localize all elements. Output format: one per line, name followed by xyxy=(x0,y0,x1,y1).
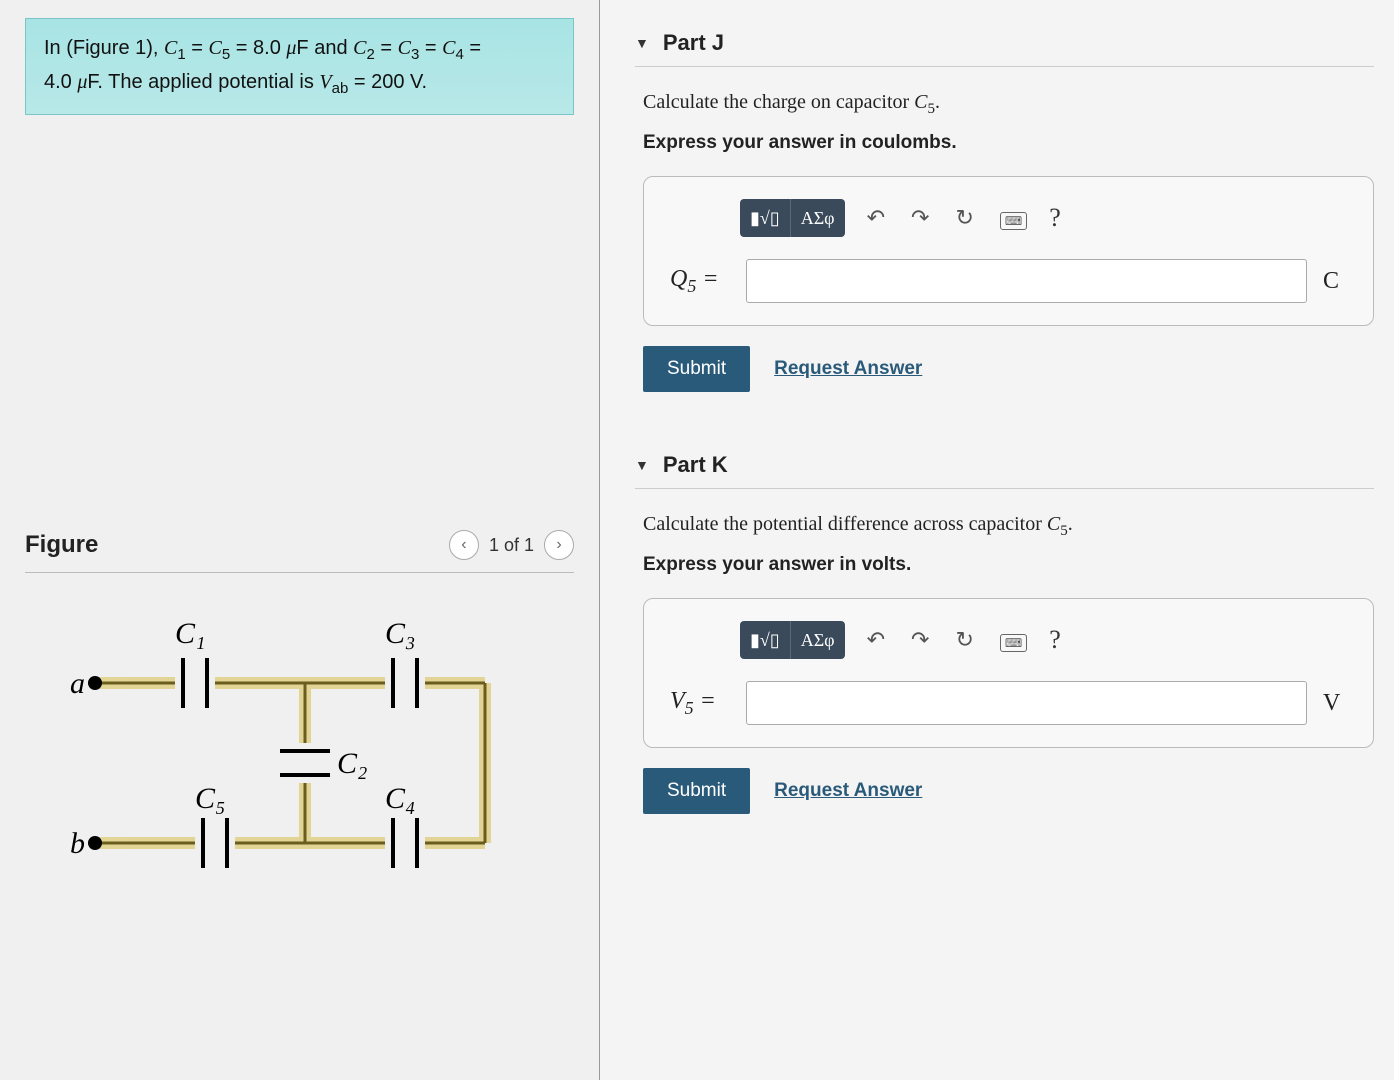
undo-icon[interactable]: ↶ xyxy=(863,623,889,657)
terminal-b-label: b xyxy=(70,827,85,860)
greek-button[interactable]: ΑΣφ xyxy=(791,621,845,659)
part-j-actions: Submit Request Answer xyxy=(643,346,1374,392)
part-j-block: ▼ Part J Calculate the charge on capacit… xyxy=(635,20,1374,392)
figure-nav: ‹ 1 of 1 › xyxy=(449,530,574,560)
terminal-a-label: a xyxy=(70,667,85,700)
part-k-input-row: V5 = V xyxy=(670,681,1347,725)
part-k-var-label: V5 = xyxy=(670,688,730,719)
part-k-toolbar: ▮√▯ ΑΣφ ↶ ↷ ↻ ⌨ ? xyxy=(740,621,1347,659)
chevron-down-icon: ▼ xyxy=(635,457,649,473)
reset-icon[interactable]: ↻ xyxy=(951,623,977,657)
part-k-request-answer-link[interactable]: Request Answer xyxy=(774,780,922,802)
help-icon[interactable]: ? xyxy=(1049,203,1061,233)
reset-icon[interactable]: ↻ xyxy=(951,201,977,235)
undo-icon[interactable]: ↶ xyxy=(863,201,889,235)
figure-title: Figure xyxy=(25,531,98,559)
part-k-actions: Submit Request Answer xyxy=(643,768,1374,814)
part-k-submit-button[interactable]: Submit xyxy=(643,768,750,814)
cap-c3-label: C₃ xyxy=(385,617,415,650)
circuit-diagram: a b C₁ C₃ C₂ C₅ C₄ xyxy=(25,613,574,898)
part-j-submit-button[interactable]: Submit xyxy=(643,346,750,392)
part-j-header[interactable]: ▼ Part J xyxy=(635,20,1374,67)
part-j-body: Calculate the charge on capacitor C5. Ex… xyxy=(635,91,1374,392)
part-j-toolbar: ▮√▯ ΑΣφ ↶ ↷ ↻ ⌨ ? xyxy=(740,199,1347,237)
part-k-unit: V xyxy=(1323,690,1347,717)
cap-c5-label: C₅ xyxy=(195,782,225,815)
figure-next-button[interactable]: › xyxy=(544,530,574,560)
part-j-answer-box: ▮√▯ ΑΣφ ↶ ↷ ↻ ⌨ ? Q5 = C xyxy=(643,176,1374,326)
redo-icon[interactable]: ↷ xyxy=(907,623,933,657)
part-k-header[interactable]: ▼ Part K xyxy=(635,442,1374,489)
part-k-block: ▼ Part K Calculate the potential differe… xyxy=(635,442,1374,814)
problem-statement: In (Figure 1), C1 = C5 = 8.0 μF and C2 =… xyxy=(25,18,574,115)
part-j-input-row: Q5 = C xyxy=(670,259,1347,303)
part-k-instruct: Express your answer in volts. xyxy=(643,554,1374,576)
keyboard-icon[interactable]: ⌨ xyxy=(996,623,1031,657)
part-k-answer-input[interactable] xyxy=(746,681,1307,725)
problem-line2: 4.0 μF. The applied potential is Vab = 2… xyxy=(44,67,555,101)
part-j-request-answer-link[interactable]: Request Answer xyxy=(774,358,922,380)
part-j-instruct: Express your answer in coulombs. xyxy=(643,132,1374,154)
part-k-body: Calculate the potential difference acros… xyxy=(635,513,1374,814)
problem-line1: In (Figure 1), C1 = C5 = 8.0 μF and C2 =… xyxy=(44,33,555,67)
cap-c1-label: C₁ xyxy=(175,617,205,650)
figure-section: Figure ‹ 1 of 1 › xyxy=(25,530,574,898)
part-j-var-label: Q5 = xyxy=(670,266,730,297)
chevron-down-icon: ▼ xyxy=(635,35,649,51)
figure-header: Figure ‹ 1 of 1 › xyxy=(25,530,574,573)
figure-prev-button[interactable]: ‹ xyxy=(449,530,479,560)
format-button[interactable]: ▮√▯ xyxy=(740,621,791,659)
figure-nav-text: 1 of 1 xyxy=(489,535,534,556)
left-panel: In (Figure 1), C1 = C5 = 8.0 μF and C2 =… xyxy=(0,0,600,1080)
greek-button[interactable]: ΑΣφ xyxy=(791,199,845,237)
format-button[interactable]: ▮√▯ xyxy=(740,199,791,237)
help-icon[interactable]: ? xyxy=(1049,625,1061,655)
cap-c2-label: C₂ xyxy=(337,747,367,780)
cap-c4-label: C₄ xyxy=(385,782,415,815)
part-k-title: Part K xyxy=(663,452,728,478)
keyboard-icon[interactable]: ⌨ xyxy=(996,201,1031,235)
part-j-unit: C xyxy=(1323,268,1347,295)
part-k-prompt: Calculate the potential difference acros… xyxy=(643,513,1374,540)
part-j-prompt: Calculate the charge on capacitor C5. xyxy=(643,91,1374,118)
part-j-answer-input[interactable] xyxy=(746,259,1307,303)
part-k-answer-box: ▮√▯ ΑΣφ ↶ ↷ ↻ ⌨ ? V5 = V xyxy=(643,598,1374,748)
part-j-title: Part J xyxy=(663,30,724,56)
right-panel: ▼ Part J Calculate the charge on capacit… xyxy=(600,0,1394,1080)
redo-icon[interactable]: ↷ xyxy=(907,201,933,235)
